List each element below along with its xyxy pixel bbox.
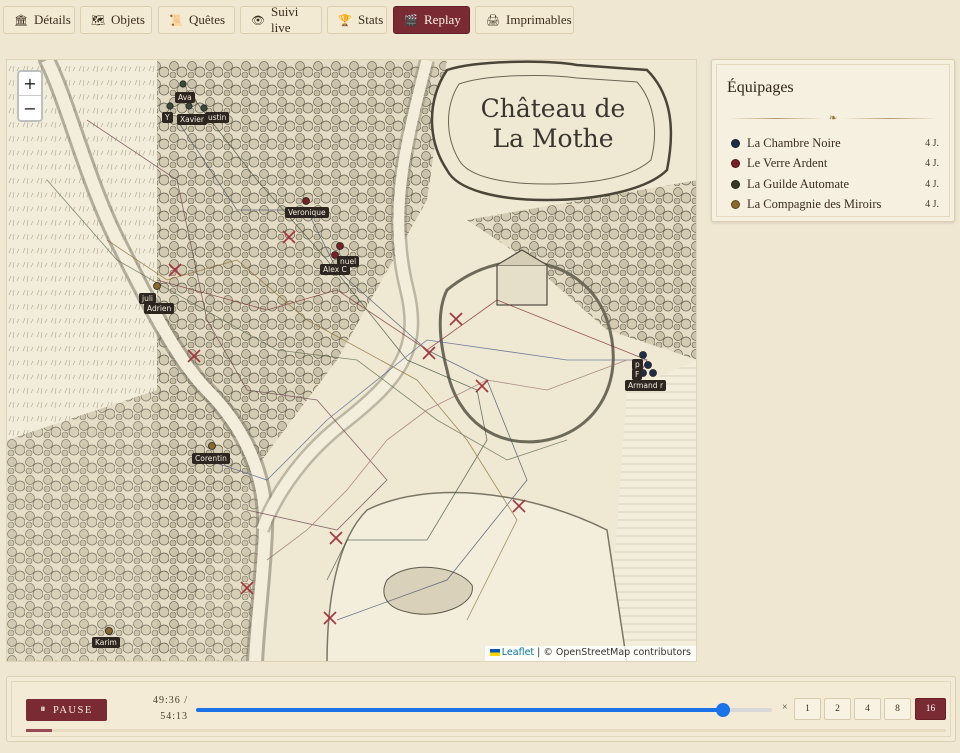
replay-slider[interactable]	[196, 703, 772, 717]
trophy-icon: 🏆	[338, 14, 352, 27]
eye-icon: 👁	[251, 14, 265, 27]
pause-icon: ⏸	[40, 704, 47, 715]
leaf-icon: ❧	[828, 112, 838, 124]
team-count: 4 J.	[925, 137, 939, 149]
attribution-text: | © OpenStreetMap contributors	[534, 647, 691, 658]
replay-controls-frame: ⏸ PAUSE 49:36 / 54:13 × 1 2 4 8 16	[11, 681, 951, 737]
tab-imprimables[interactable]: 🖨 Imprimables	[475, 6, 574, 34]
ukraine-flag-icon	[489, 649, 500, 656]
zoom-control: + −	[17, 70, 43, 122]
team-color-dot	[731, 138, 740, 148]
tab-stats[interactable]: 🏆 Stats	[327, 6, 387, 34]
zoom-out-button[interactable]: −	[19, 96, 41, 120]
replay-controls: ⏸ PAUSE 49:36 / 54:13 × 1 2 4 8 16	[6, 676, 956, 742]
player-label: r	[657, 380, 667, 391]
replay-map[interactable]: Château de La Mothe Ava Y Xavier ustin V…	[6, 59, 697, 662]
pause-button[interactable]: ⏸ PAUSE	[26, 699, 107, 721]
team-name: Le Verre Ardent	[747, 155, 828, 170]
team-row[interactable]: La Compagnie des Miroirs 4 J.	[731, 195, 939, 213]
player-label: Alex C	[320, 264, 350, 275]
teams-panel-frame: Équipages ❧ La Chambre Noire 4 J. Le Ver…	[716, 64, 950, 217]
scroll-icon: 📜	[169, 14, 183, 27]
player-label: Ava	[175, 92, 195, 103]
team-count: 4 J.	[925, 157, 939, 169]
team-color-dot	[731, 199, 740, 209]
slider-fill	[196, 708, 723, 712]
team-count: 4 J.	[925, 198, 939, 210]
map-attribution: Leaflet | © OpenStreetMap contributors	[484, 646, 696, 661]
building-icon: 🏛	[14, 14, 28, 27]
pause-label: PAUSE	[52, 704, 93, 716]
time-readout: 49:36 / 54:13	[138, 693, 188, 725]
divider-line	[843, 117, 938, 119]
team-row[interactable]: La Guilde Automate 4 J.	[731, 175, 939, 193]
tab-label: Détails	[34, 12, 71, 27]
player-label: Y	[162, 112, 173, 123]
tab-label: Stats	[358, 12, 384, 27]
team-name: La Chambre Noire	[747, 135, 841, 150]
tab-details[interactable]: 🏛 Détails	[3, 6, 75, 34]
map-title-line2: La Mothe	[492, 124, 614, 153]
speed-prefix: ×	[782, 702, 788, 713]
speed-2-button[interactable]: 2	[824, 698, 851, 720]
teams-panel-title: Équipages	[727, 79, 794, 96]
map-title: Château de La Mothe	[473, 94, 633, 154]
team-name: La Compagnie des Miroirs	[747, 196, 882, 211]
tab-suivi-live[interactable]: 👁 Suivi live	[240, 4, 322, 35]
player-label: Corentin	[192, 453, 230, 464]
team-row[interactable]: La Chambre Noire 4 J.	[731, 134, 939, 152]
tab-label: Objets	[111, 12, 145, 27]
tab-replay[interactable]: 🎬 Replay	[393, 6, 470, 34]
zoom-in-button[interactable]: +	[19, 72, 41, 96]
speed-16-button[interactable]: 16	[915, 698, 946, 720]
slider-thumb[interactable]	[716, 703, 730, 717]
map-title-line1: Château de	[480, 94, 626, 123]
tab-label: Replay	[424, 12, 461, 27]
player-label: Veronique	[285, 207, 329, 218]
player-label: F	[632, 369, 643, 380]
mini-progress-bar	[26, 729, 946, 732]
time-total: 54:13	[160, 711, 188, 722]
leaflet-link[interactable]: Leaflet	[502, 647, 534, 658]
team-count: 4 J.	[925, 178, 939, 190]
tab-quetes[interactable]: 📜 Quêtes	[158, 6, 235, 34]
ornament-divider: ❧	[729, 112, 938, 124]
tab-label: Imprimables	[506, 12, 572, 27]
time-current: 49:36 /	[152, 695, 188, 706]
team-row[interactable]: Le Verre Ardent 4 J.	[731, 154, 939, 172]
printer-icon: 🖨	[486, 14, 500, 27]
speed-1-button[interactable]: 1	[794, 698, 821, 720]
team-color-dot	[731, 158, 740, 168]
player-label: Adrien	[144, 303, 175, 314]
team-name: La Guilde Automate	[747, 176, 850, 191]
player-label: Xavier	[177, 114, 207, 125]
tab-label: Suivi live	[270, 4, 299, 35]
map-icon: 🗺	[91, 14, 105, 27]
mini-progress-fill	[26, 729, 52, 732]
teams-panel: Équipages ❧ La Chambre Noire 4 J. Le Ver…	[711, 59, 955, 222]
player-label: Armand	[625, 380, 661, 391]
player-label: ustin	[205, 112, 230, 123]
divider-line	[729, 117, 823, 119]
team-color-dot	[731, 179, 740, 189]
speed-4-button[interactable]: 4	[854, 698, 881, 720]
speed-8-button[interactable]: 8	[884, 698, 911, 720]
tab-objets[interactable]: 🗺 Objets	[80, 6, 152, 34]
player-label: Karim	[92, 637, 120, 648]
tab-label: Quêtes	[189, 12, 226, 27]
clapper-icon: 🎬	[404, 14, 418, 27]
